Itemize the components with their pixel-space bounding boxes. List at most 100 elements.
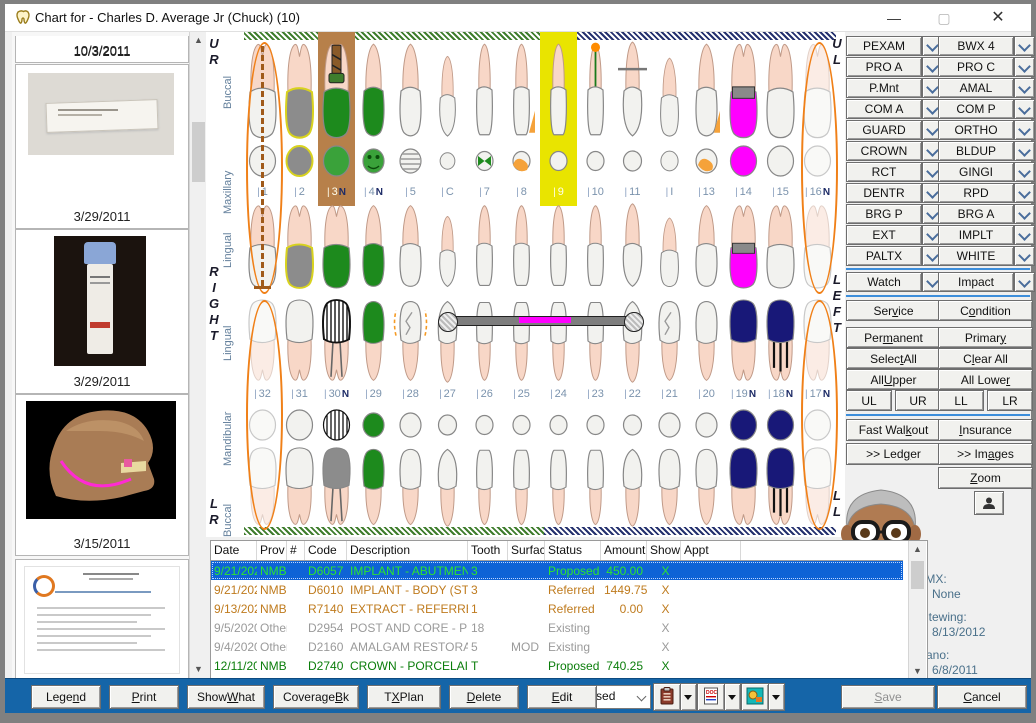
table-row[interactable]: 9/21/2020NMBD6057IMPLANT - ABUTMENT - CU… [211, 561, 903, 580]
tooth-number-23[interactable]: |23 [577, 384, 614, 404]
button-condition[interactable]: Condition [938, 300, 1033, 321]
tooth-24-buccal[interactable] [540, 446, 577, 528]
quick-button-pro-a[interactable]: PRO A [846, 57, 922, 77]
thumbnail-skull-photo[interactable]: 3/15/2011 [15, 394, 189, 556]
quick-button-white-dropdown[interactable] [1014, 246, 1035, 266]
button-edit[interactable]: Edit [527, 685, 597, 709]
quick-button-impact-dropdown[interactable] [1014, 272, 1035, 292]
quick-button-bldup[interactable]: BLDUP [938, 141, 1014, 161]
tooth-23-buccal[interactable] [577, 446, 614, 528]
tooth-26-occ[interactable] [466, 404, 503, 446]
button-primary[interactable]: Primary [938, 327, 1033, 348]
tooth-27-occ[interactable] [429, 404, 466, 446]
button-tx-plan[interactable]: TX Plan [367, 685, 441, 709]
tooth-number-18[interactable]: |18N [762, 384, 799, 404]
tooth-10-buccal[interactable] [577, 40, 614, 140]
tooth-4-buccal[interactable] [355, 40, 392, 140]
tooth-18-occ[interactable] [762, 404, 799, 446]
tooth-18-buccal[interactable] [762, 446, 799, 528]
tooth-number-15[interactable]: |15 [762, 182, 799, 202]
quick-button-brg-p[interactable]: BRG P [846, 204, 922, 224]
quick-button-pro-c-dropdown[interactable] [1014, 57, 1035, 77]
tooth-11-occ[interactable] [614, 140, 651, 182]
tooth-number-14[interactable]: |14 [725, 182, 762, 202]
quick-button-guard[interactable]: GUARD [846, 120, 922, 140]
table-row[interactable]: 9/5/2020OtherD2954POST AND CORE - PREFAB… [211, 618, 903, 637]
tooth-number-30[interactable]: |30N [318, 384, 355, 404]
tooth-30-lingual[interactable] [318, 298, 355, 384]
quick-button-bwx-4-dropdown[interactable] [1014, 36, 1035, 56]
tooth-27-buccal[interactable] [429, 446, 466, 528]
thumbnail-date-strip[interactable]: 10/3/201110/3/2011 [15, 36, 189, 63]
tooth-number-19[interactable]: |19N [725, 384, 762, 404]
tooth-13-lingual[interactable] [688, 202, 725, 290]
tooth-20-buccal[interactable] [688, 446, 725, 528]
button-quadrant-ll[interactable]: LL [938, 390, 984, 411]
button-service[interactable]: Service [846, 300, 941, 321]
tooth-25-occ[interactable] [503, 404, 540, 446]
tooth-number-10[interactable]: |10 [577, 182, 614, 202]
quick-button-ortho[interactable]: ORTHO [938, 120, 1014, 140]
tooth-C-lingual[interactable] [429, 202, 466, 290]
tooth-31-buccal[interactable] [281, 446, 318, 528]
quick-button-pro-c[interactable]: PRO C [938, 57, 1014, 77]
minimize-button[interactable]: — [877, 7, 911, 29]
quick-button-com-p-dropdown[interactable] [1014, 99, 1035, 119]
quick-button-amal-dropdown[interactable] [1014, 78, 1035, 98]
scroll-up-icon[interactable]: ▲ [190, 32, 207, 49]
doc-icon-dropdown[interactable] [724, 683, 741, 711]
tooth-23-lingual[interactable] [577, 298, 614, 384]
image-grid-icon-dropdown[interactable] [768, 683, 785, 711]
tooth-26-buccal[interactable] [466, 446, 503, 528]
tooth-26-lingual[interactable] [466, 298, 503, 384]
button-legend[interactable]: Legend [31, 685, 101, 709]
button-all-lower[interactable]: All Lower [938, 369, 1033, 390]
table-row[interactable]: 12/11/2019NMBD2740CROWN - PORCELAIN/CERA… [211, 656, 903, 675]
tooth-number-28[interactable]: |28 [392, 384, 429, 404]
tooth-9-occ[interactable] [540, 140, 577, 182]
tooth-28-lingual[interactable] [392, 298, 429, 384]
tooth-8-occ[interactable] [503, 140, 540, 182]
tooth-I-occ[interactable] [651, 140, 688, 182]
column-header-date[interactable]: Date [211, 541, 257, 560]
table-scrollbar[interactable]: ▲ ▼ [908, 541, 926, 680]
quick-button-com-p[interactable]: COM P [938, 99, 1014, 119]
tooth-number-24[interactable]: |24 [540, 384, 577, 404]
quick-button-brg-a-dropdown[interactable] [1014, 204, 1035, 224]
button--ledger[interactable]: >> Ledger [846, 443, 941, 465]
tooth-number-29[interactable]: |29 [355, 384, 392, 404]
tooth-20-lingual[interactable] [688, 298, 725, 384]
tooth-15-lingual[interactable] [762, 202, 799, 290]
tooth-number-22[interactable]: |22 [614, 384, 651, 404]
tooth-3-occ[interactable] [318, 140, 355, 182]
quick-button-implt[interactable]: IMPLT [938, 225, 1014, 245]
tooth-4-lingual[interactable] [355, 202, 392, 290]
tooth-8-lingual[interactable] [503, 202, 540, 290]
quick-button-gingi-dropdown[interactable] [1014, 162, 1035, 182]
quick-button-ext[interactable]: EXT [846, 225, 922, 245]
thumbnail-vial-photo[interactable]: 3/29/2011 [15, 229, 189, 394]
tooth-3-buccal[interactable] [318, 40, 355, 140]
button-clear-all[interactable]: Clear All [938, 348, 1033, 369]
tooth-20-occ[interactable] [688, 404, 725, 446]
button-coverage-bk[interactable]: Coverage Bk [273, 685, 359, 709]
button-zoom[interactable]: Zoom [938, 467, 1033, 489]
tooth-number-9[interactable]: |9 [540, 182, 577, 202]
tooth-number-8[interactable]: |8 [503, 182, 540, 202]
tooth-7-lingual[interactable] [466, 202, 503, 290]
tooth-28-buccal[interactable] [392, 446, 429, 528]
close-button[interactable]: ✕ [981, 7, 1015, 29]
tooth-30-occ[interactable] [318, 404, 355, 446]
tooth-number-13[interactable]: |13 [688, 182, 725, 202]
column-header-prov[interactable]: Prov [257, 541, 287, 560]
tooth-27-lingual[interactable] [429, 298, 466, 384]
tooth-25-buccal[interactable] [503, 446, 540, 528]
quick-button-impact[interactable]: Impact [938, 272, 1014, 292]
tooth-11-buccal[interactable] [614, 40, 651, 140]
button-quadrant-lr[interactable]: LR [987, 390, 1033, 411]
tooth-8-buccal[interactable] [503, 40, 540, 140]
tooth-23-occ[interactable] [577, 404, 614, 446]
scrollbar-thumb[interactable] [911, 561, 924, 589]
tooth-7-buccal[interactable] [466, 40, 503, 140]
column-header-num[interactable]: # [287, 541, 305, 560]
